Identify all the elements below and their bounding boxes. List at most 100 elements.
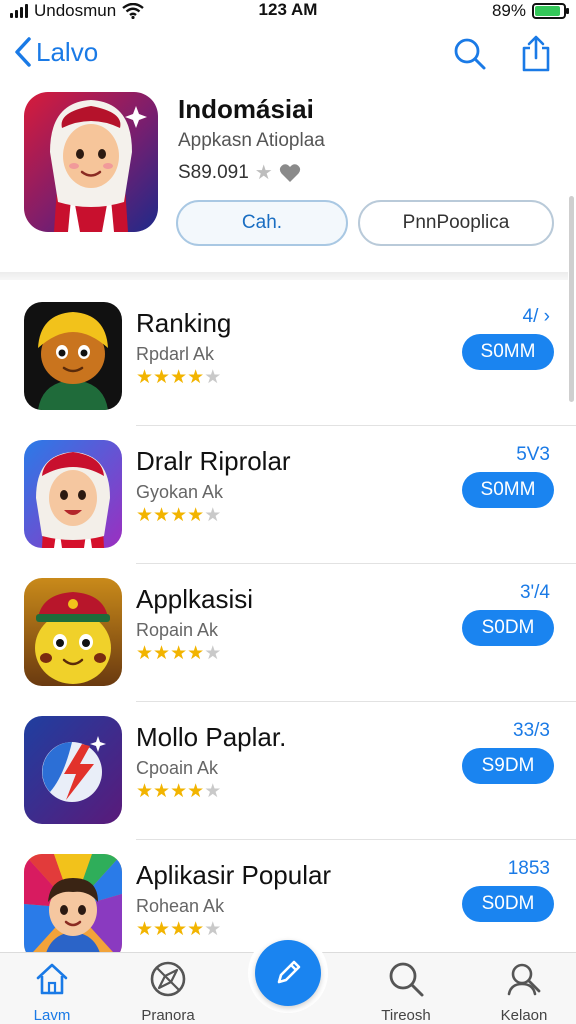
app-subtitle: Ropain Ak bbox=[136, 620, 219, 640]
status-time: 123 AM bbox=[258, 0, 318, 19]
app-count: 33/3 bbox=[513, 720, 550, 741]
status-right: 89% bbox=[491, 1, 569, 21]
star-icon: ★ bbox=[136, 505, 154, 526]
star-icon: ★ bbox=[170, 367, 188, 388]
star-icon: ★ bbox=[170, 781, 188, 802]
home-icon bbox=[32, 959, 72, 999]
app-title: Mollo Paplar. bbox=[136, 722, 287, 752]
app-icon bbox=[24, 716, 122, 824]
featured-app-subtitle: Appkasn Atioplaa bbox=[178, 130, 325, 151]
battery-fill bbox=[535, 6, 560, 16]
app-title: Aplikasir Popular bbox=[136, 860, 332, 890]
star-icon: ★ bbox=[170, 505, 188, 526]
get-app-button[interactable]: S9DM bbox=[462, 748, 554, 784]
tab-search[interactable]: Tireosh bbox=[356, 959, 456, 1024]
lightning-globe-icon bbox=[24, 716, 122, 824]
tab-label: Kelaon bbox=[500, 1007, 548, 1024]
compose-fab[interactable] bbox=[248, 933, 328, 1013]
star-rating: ★ ★ ★ ★ ★ bbox=[136, 368, 221, 388]
app-icon bbox=[24, 302, 122, 410]
star-icon: ★ bbox=[187, 505, 205, 526]
list-item[interactable]: Dralr Riprolar Gyokan Ak ★ ★ ★ ★ ★ 5V3 S0MM bbox=[0, 426, 576, 564]
star-icon: ★ bbox=[187, 367, 205, 388]
tab-explore[interactable]: Pranora bbox=[118, 959, 218, 1024]
app-subtitle: Rpdarl Ak bbox=[136, 344, 215, 364]
list-item[interactable]: Applkasisi Ropain Ak ★ ★ ★ ★ ★ 3'/4 S0DM bbox=[0, 564, 576, 702]
tab-label: Pranora bbox=[141, 1007, 195, 1024]
battery-icon bbox=[532, 3, 569, 19]
tab-label: Lavm bbox=[33, 1007, 71, 1024]
list-item[interactable]: Mollo Paplar. Cpoain Ak ★ ★ ★ ★ ★ 33/3 S9DM bbox=[0, 702, 576, 840]
star-rating: ★ ★ ★ ★ ★ bbox=[136, 506, 221, 526]
tab-label: Tireosh bbox=[381, 1007, 431, 1024]
featured-app-meta: S89.091 ★ bbox=[178, 160, 301, 185]
star-icon: ★ bbox=[204, 781, 222, 802]
star-rating: ★ ★ ★ ★ ★ bbox=[136, 782, 221, 802]
boy-yellow-hat-icon bbox=[24, 302, 122, 410]
back-label: Lalvo bbox=[36, 36, 99, 67]
tab-profile[interactable]: Kelaon bbox=[474, 959, 574, 1024]
star-icon: ★ bbox=[153, 505, 171, 526]
star-icon: ★ bbox=[136, 919, 154, 940]
get-app-button[interactable]: S0DM bbox=[462, 610, 554, 646]
back-button[interactable]: Lalvo bbox=[14, 36, 98, 68]
star-icon: ★ bbox=[136, 781, 154, 802]
share-icon bbox=[522, 35, 550, 72]
battery-percent: 89% bbox=[491, 1, 526, 20]
nav-actions bbox=[452, 34, 554, 74]
star-icon: ★ bbox=[136, 367, 154, 388]
list-item[interactable]: Ranking Rpdarl Ak ★ ★ ★ ★ ★ 4/ › S0MM bbox=[0, 288, 576, 426]
app-title: Applkasisi bbox=[136, 584, 254, 614]
star-icon: ★ bbox=[187, 919, 205, 940]
get-app-button[interactable]: S0MM bbox=[462, 472, 554, 508]
nav-bar: Lalvo bbox=[0, 30, 576, 80]
star-icon: ★ bbox=[153, 781, 171, 802]
star-icon: ★ bbox=[153, 367, 171, 388]
app-count: 3'/4 bbox=[519, 582, 550, 603]
star-icon: ★ bbox=[153, 919, 171, 940]
star-icon: ★ bbox=[204, 367, 222, 388]
pencil-icon bbox=[277, 960, 301, 984]
app-list: Ranking Rpdarl Ak ★ ★ ★ ★ ★ 4/ › S0MM Dr… bbox=[0, 288, 576, 978]
search-button[interactable] bbox=[452, 34, 488, 74]
status-bar: Undosmun 123 AM 89% bbox=[0, 0, 576, 24]
get-app-button[interactable]: S0MM bbox=[462, 334, 554, 370]
star-icon: ★ bbox=[153, 643, 171, 664]
girl-headscarf-icon bbox=[24, 92, 158, 232]
app-subtitle: Gyokan Ak bbox=[136, 482, 224, 502]
girl-red-hood-icon bbox=[24, 440, 122, 548]
get-app-button[interactable]: S0DM bbox=[462, 886, 554, 922]
popular-button[interactable]: PnnPooplica bbox=[358, 200, 554, 246]
tab-bar: Lavm Pranora Tireosh Kelaon bbox=[0, 933, 576, 1024]
star-rating: ★ ★ ★ ★ ★ bbox=[136, 644, 221, 664]
app-count: 4/ › bbox=[522, 306, 550, 327]
star-icon: ★ bbox=[204, 919, 222, 940]
featured-app-meta-text: S89.091 bbox=[178, 161, 249, 183]
tab-home[interactable]: Lavm bbox=[2, 959, 102, 1024]
star-icon: ★ bbox=[187, 643, 205, 664]
featured-app-header: Indomásiai Appkasn Atioplaa S89.091 ★ Ca… bbox=[0, 90, 576, 270]
search-icon bbox=[454, 38, 486, 70]
featured-app-title: Indomásiai bbox=[178, 94, 314, 124]
share-button[interactable] bbox=[518, 34, 554, 74]
app-count: 1853 bbox=[507, 858, 550, 879]
heart-icon[interactable] bbox=[279, 163, 301, 183]
star-icon: ★ bbox=[254, 162, 273, 184]
app-count: 5V3 bbox=[516, 444, 550, 465]
featured-app-icon[interactable] bbox=[24, 92, 158, 232]
fab-button bbox=[255, 940, 321, 1006]
star-icon: ★ bbox=[136, 643, 154, 664]
star-icon: ★ bbox=[204, 643, 222, 664]
star-icon: ★ bbox=[170, 643, 188, 664]
section-divider bbox=[0, 272, 568, 280]
star-rating: ★ ★ ★ ★ ★ bbox=[136, 920, 221, 940]
star-icon: ★ bbox=[187, 781, 205, 802]
boy-rainbow-icon bbox=[24, 854, 122, 962]
app-subtitle: Cpoain Ak bbox=[136, 758, 219, 778]
search-icon bbox=[386, 959, 426, 999]
app-icon bbox=[24, 854, 122, 962]
star-icon: ★ bbox=[170, 919, 188, 940]
get-button[interactable]: Cah. bbox=[176, 200, 348, 246]
app-icon bbox=[24, 440, 122, 548]
yellow-character-cap-icon bbox=[24, 578, 122, 686]
